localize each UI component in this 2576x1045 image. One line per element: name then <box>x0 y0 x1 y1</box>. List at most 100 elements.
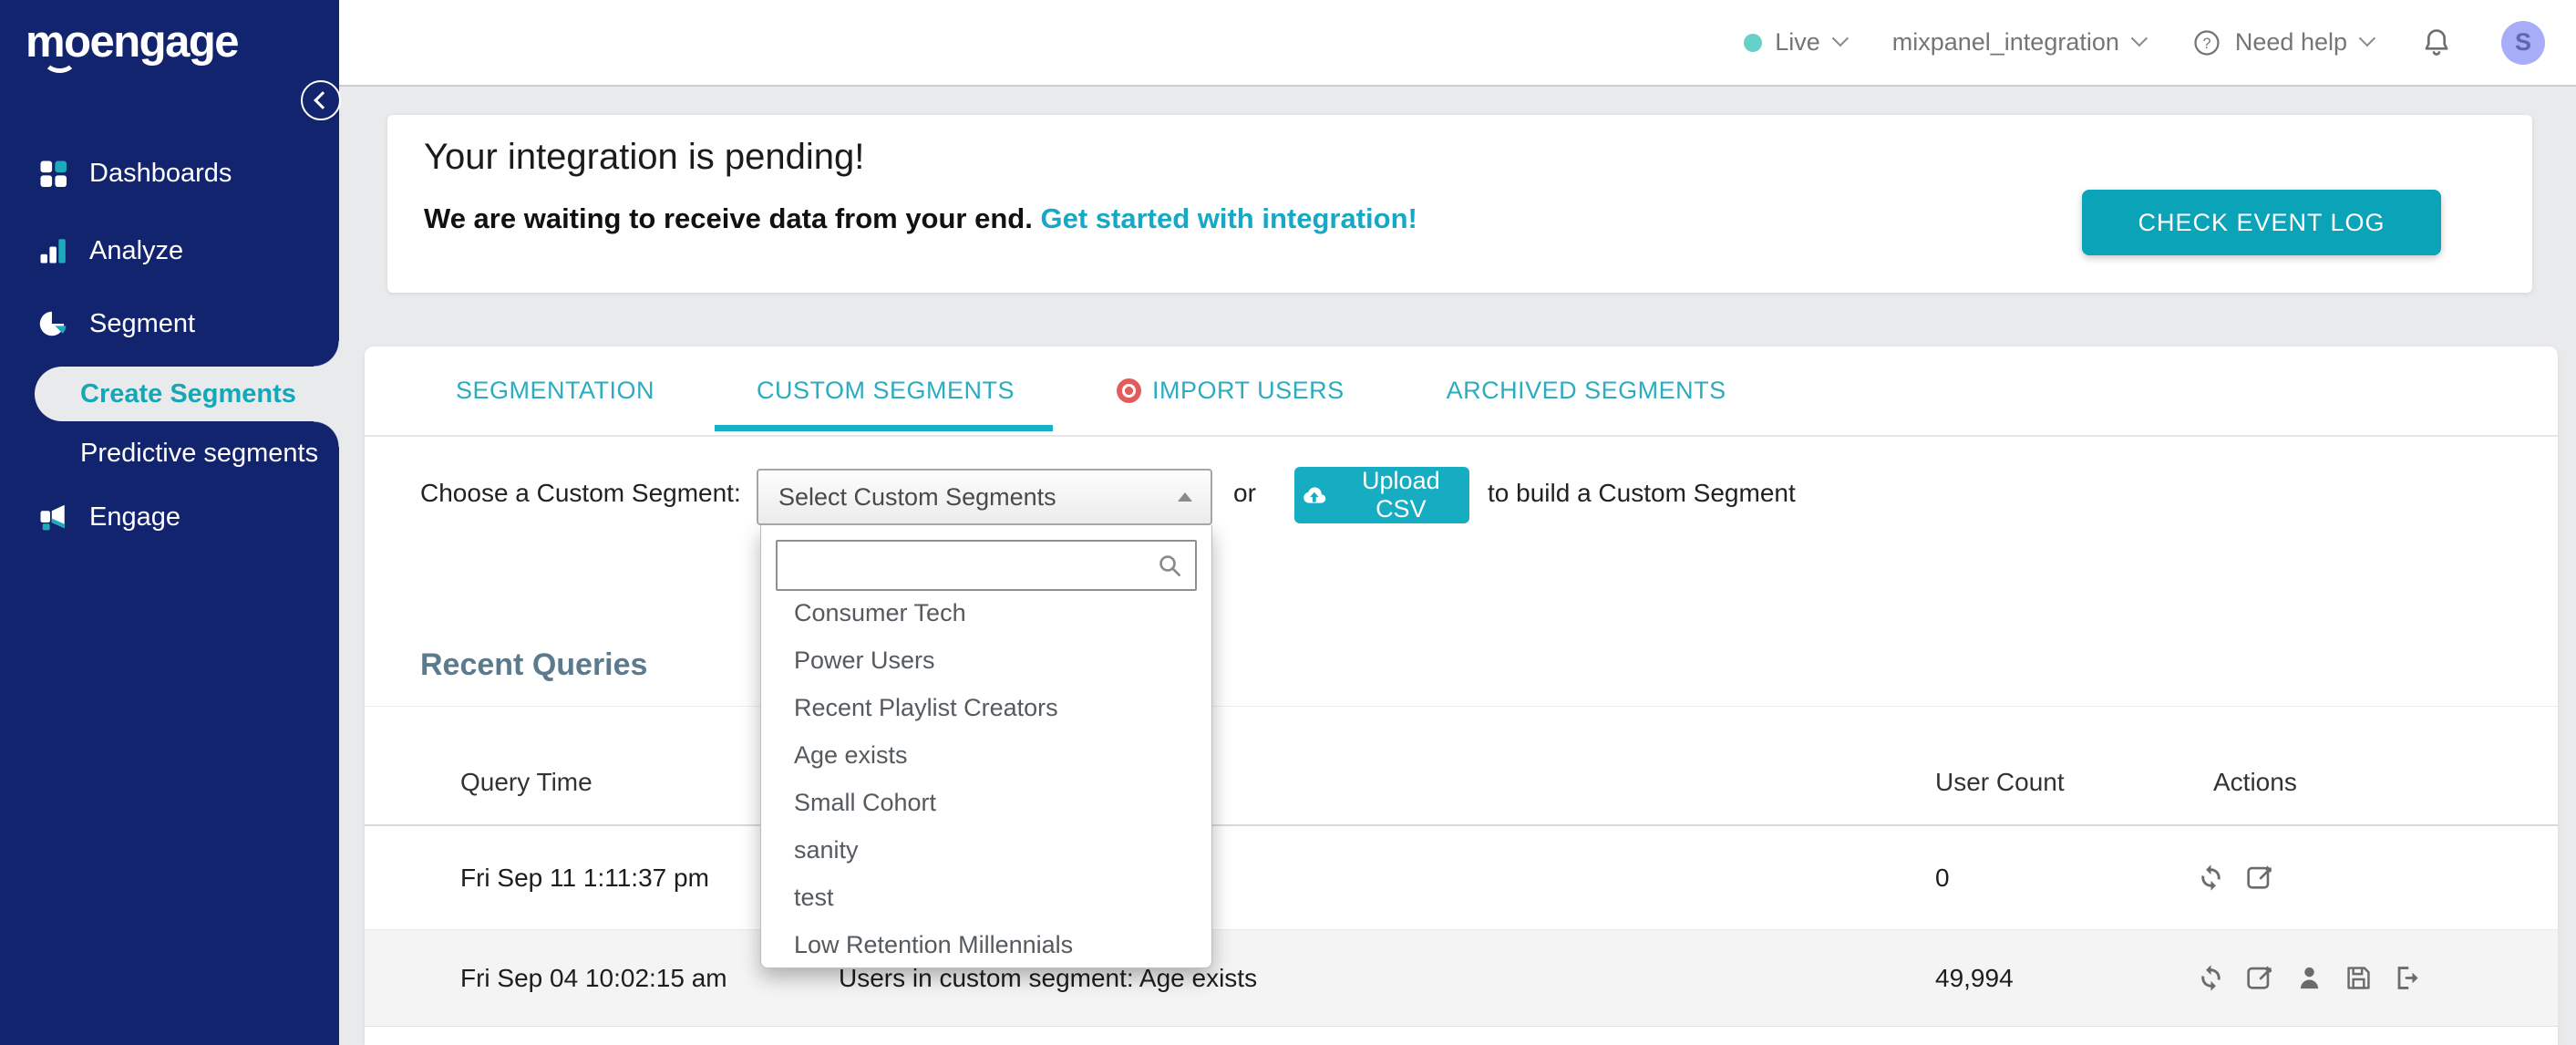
refresh-icon <box>2200 864 2221 891</box>
edit-icon <box>2246 966 2272 989</box>
custom-segment-select[interactable]: Select Custom Segments <box>757 469 1212 525</box>
rerun-query-button[interactable] <box>2191 859 2230 897</box>
help-circle-icon: ? <box>2194 29 2220 56</box>
tab-segmentation[interactable]: SEGMENTATION <box>456 347 654 435</box>
sidebar-item-analyze[interactable]: Analyze <box>0 214 339 287</box>
tab-archived-segments[interactable]: ARCHIVED SEGMENTS <box>1447 347 1726 435</box>
chevron-down-icon <box>2358 29 2376 47</box>
project-name-label: mixpanel_integration <box>1891 28 2119 56</box>
user-avatar[interactable]: S <box>2501 20 2545 65</box>
save-segment-button[interactable] <box>2339 959 2377 998</box>
sidebar-item-create-segments-active[interactable]: Create Segments <box>35 367 339 421</box>
sidebar-item-engage[interactable]: Engage <box>0 481 339 554</box>
segment-pie-icon <box>39 311 67 336</box>
dropdown-search-input[interactable] <box>778 542 1155 589</box>
sidebar-item-label: Engage <box>89 502 180 532</box>
row-actions <box>2191 959 2427 998</box>
environment-selector[interactable]: Live <box>1744 28 1849 57</box>
check-event-log-button[interactable]: CHECK EVENT LOG <box>2082 190 2441 255</box>
section-divider <box>365 706 2558 707</box>
import-users-dot-icon <box>1117 378 1142 403</box>
get-started-link[interactable]: Get started with integration! <box>1040 202 1417 234</box>
tab-label: CUSTOM SEGMENTS <box>757 377 1015 404</box>
dropdown-option[interactable]: Low Retention Millennials <box>761 921 1211 968</box>
sidebar-item-label: Predictive segments <box>80 438 319 468</box>
dropdown-option[interactable]: Consumer Tech <box>761 589 1211 636</box>
select-value: Select Custom Segments <box>778 482 1056 511</box>
chevron-left-icon <box>314 91 332 109</box>
sidebar-collapse-button[interactable] <box>301 80 341 120</box>
top-header: Live mixpanel_integration ? Need help S <box>0 0 2576 87</box>
sidebar-item-label: Segment <box>89 308 196 338</box>
notifications-bell-icon[interactable] <box>2419 26 2454 60</box>
rerun-query-button[interactable] <box>2191 959 2230 998</box>
user-count-cell: 49,994 <box>1935 963 2014 992</box>
upload-csv-button[interactable]: Upload CSV <box>1294 467 1469 523</box>
dropdown-search-box <box>776 540 1197 591</box>
recent-queries-title: Recent Queries <box>420 647 648 682</box>
tab-custom-segments[interactable]: CUSTOM SEGMENTS <box>715 347 1054 435</box>
tab-import-users[interactable]: IMPORT USERS <box>1117 347 1345 435</box>
dropdown-option[interactable]: test <box>761 874 1211 921</box>
column-header-query-time: Query Time <box>460 768 592 796</box>
dropdown-options-list: Consumer Tech Power Users Recent Playlis… <box>761 589 1211 968</box>
active-item-curve-top <box>314 341 339 367</box>
tabs-divider <box>365 435 2558 437</box>
sidebar-item-segment[interactable]: Segment <box>0 287 339 360</box>
environment-label: Live <box>1775 28 1820 56</box>
user-icon <box>2300 967 2318 989</box>
edit-query-button[interactable] <box>2241 959 2279 998</box>
search-icon <box>1159 555 1180 576</box>
dropdown-option[interactable]: sanity <box>761 826 1211 874</box>
view-users-button[interactable] <box>2290 959 2328 998</box>
or-label: or <box>1233 479 1256 507</box>
dropdown-option[interactable]: Recent Playlist Creators <box>761 684 1211 731</box>
need-help-menu[interactable]: ? Need help <box>2191 27 2376 58</box>
analyze-bars-icon <box>40 239 66 264</box>
sidebar-item-label: Dashboards <box>89 158 232 188</box>
choose-segment-label: Choose a Custom Segment: <box>420 479 741 507</box>
build-segment-suffix-label: to build a Custom Segment <box>1488 479 1796 507</box>
dropdown-option[interactable]: Small Cohort <box>761 779 1211 826</box>
refresh-icon <box>2200 965 2221 991</box>
logo-smile-accent <box>43 46 77 73</box>
export-arrow-icon <box>2397 967 2418 989</box>
save-floppy-icon <box>2346 967 2370 989</box>
row-actions <box>2191 859 2279 897</box>
sidebar: moengage Dashboards Analyze Segment Crea… <box>0 0 341 1045</box>
edit-icon <box>2246 865 2272 889</box>
banner-message: We are waiting to receive data from your… <box>424 202 1417 235</box>
sidebar-item-dashboards[interactable]: Dashboards <box>0 137 339 210</box>
dropdown-option[interactable]: Power Users <box>761 636 1211 684</box>
sidebar-item-predictive-segments[interactable]: Predictive segments <box>0 426 339 481</box>
tab-label: SEGMENTATION <box>456 377 655 404</box>
banner-title: Your integration is pending! <box>424 137 865 177</box>
chevron-down-icon <box>2130 29 2148 47</box>
sidebar-item-label: Create Segments <box>80 378 296 409</box>
column-header-actions: Actions <box>2213 768 2297 796</box>
triangle-up-icon <box>1178 492 1192 502</box>
need-help-label: Need help <box>2234 28 2347 56</box>
dropdown-option[interactable]: Age exists <box>761 731 1211 779</box>
cloud-upload-icon <box>1303 487 1326 503</box>
engage-megaphone-icon <box>40 504 65 531</box>
dashboards-grid-icon <box>40 160 67 187</box>
svg-text:?: ? <box>2202 35 2210 51</box>
table-row: Fri Sep 04 10:02:15 am Users in custom s… <box>365 930 2558 1027</box>
live-status-dot <box>1744 33 1763 52</box>
export-users-button[interactable] <box>2388 959 2427 998</box>
integration-pending-banner: Your integration is pending! We are wait… <box>387 115 2532 293</box>
column-header-user-count: User Count <box>1935 768 2065 796</box>
project-selector[interactable]: mixpanel_integration <box>1891 28 2148 57</box>
custom-segment-dropdown: Consumer Tech Power Users Recent Playlis… <box>760 525 1212 968</box>
tab-label: IMPORT USERS <box>1152 377 1345 404</box>
segments-card: SEGMENTATION CUSTOM SEGMENTS IMPORT USER… <box>365 347 2558 1045</box>
banner-message-text: We are waiting to receive data from your… <box>424 202 1033 234</box>
edit-query-button[interactable] <box>2241 859 2279 897</box>
moengage-app: Live mixpanel_integration ? Need help S … <box>0 0 2576 1045</box>
active-item-curve-bottom <box>314 421 339 447</box>
segment-tabs: SEGMENTATION CUSTOM SEGMENTS IMPORT USER… <box>365 347 2558 435</box>
chevron-down-icon <box>1831 29 1849 47</box>
sidebar-item-label: Analyze <box>89 235 184 265</box>
query-time-cell: Fri Sep 04 10:02:15 am <box>460 963 727 992</box>
